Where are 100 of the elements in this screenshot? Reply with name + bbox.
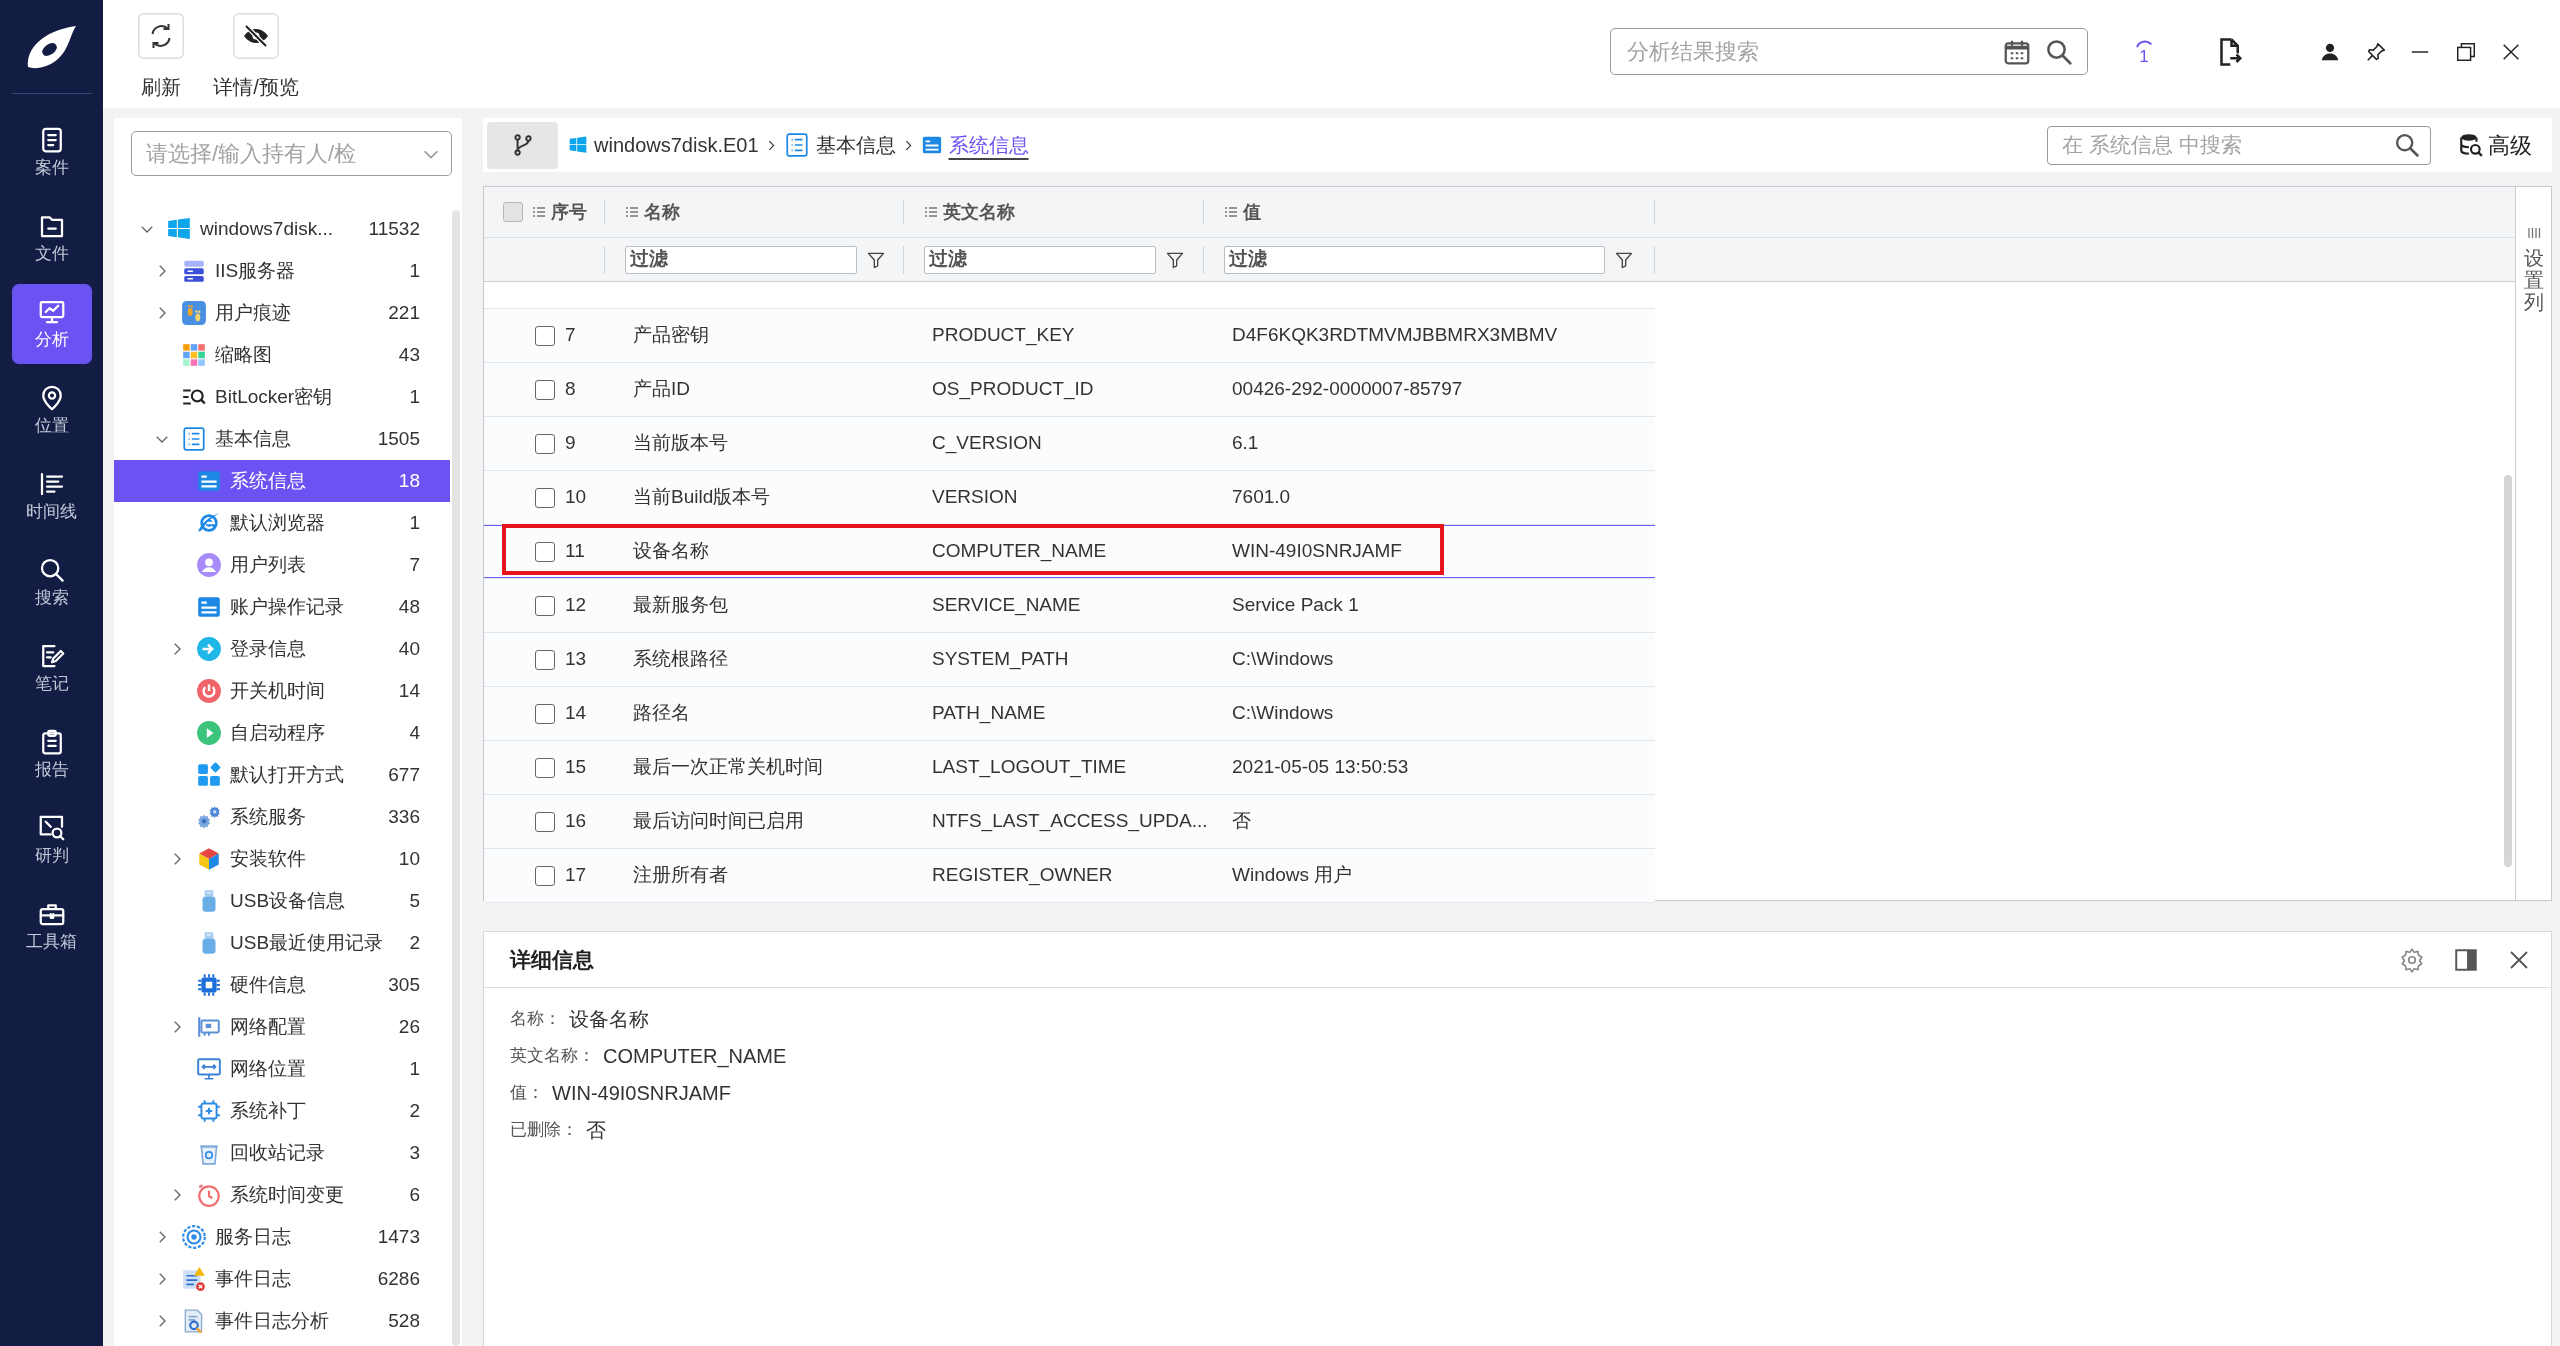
table-row[interactable]: 12 最新服务包 SERVICE_NAME Service Pack 1: [484, 579, 1655, 633]
filter-field[interactable]: 过滤: [1224, 245, 1605, 274]
sidebar-item[interactable]: 案件: [11, 112, 92, 192]
advanced-search-button[interactable]: 高级: [2458, 128, 2532, 162]
checkbox[interactable]: [535, 757, 555, 778]
checkbox[interactable]: [503, 202, 523, 222]
network-card-icon: [196, 1014, 222, 1040]
tree-item[interactable]: 网络位置 1: [114, 1048, 450, 1090]
checkbox[interactable]: [535, 487, 555, 508]
sidebar-item[interactable]: 位置: [11, 370, 92, 450]
checkbox[interactable]: [535, 433, 555, 454]
chip-plus-icon: [196, 1098, 222, 1124]
scrollbar[interactable]: [452, 210, 460, 1346]
table-cell-text: Service Pack 1: [1231, 593, 1360, 618]
field-value: COMPUTER_NAME: [603, 1043, 787, 1070]
chip-icon: [196, 972, 222, 998]
breadcrumb-link[interactable]: 系统信息: [920, 130, 1029, 160]
settings-icon[interactable]: [2399, 946, 2425, 973]
tree-item[interactable]: 用户列表 7: [114, 544, 450, 586]
column-header[interactable]: 名称: [625, 198, 680, 226]
restore-icon[interactable]: [2455, 40, 2477, 63]
id-card-icon: [920, 134, 943, 156]
tree-item[interactable]: 事件日志 6286: [114, 1258, 450, 1300]
breadcrumb-link[interactable]: windows7disk.E01: [568, 130, 759, 160]
row-number: 15: [565, 755, 587, 780]
tree-item[interactable]: USB设备信息 5: [114, 880, 450, 922]
tree-item[interactable]: 开关机时间 14: [114, 670, 450, 712]
column-header[interactable]: 序号: [532, 198, 587, 226]
table-row[interactable]: 8 产品ID OS_PRODUCT_ID 00426-292-0000007-85797: [484, 363, 1655, 417]
tree-item[interactable]: 自启动程序 4: [114, 712, 450, 754]
warning-list-icon: [181, 1266, 207, 1292]
scrollbar[interactable]: [2504, 475, 2512, 867]
tree-item[interactable]: 服务日志 1473: [114, 1216, 450, 1258]
checkbox[interactable]: [535, 703, 555, 724]
tree-item[interactable]: 登录信息 40: [114, 628, 450, 670]
sidebar-item[interactable]: 研判: [11, 800, 92, 880]
cube-icon: [196, 846, 222, 872]
panel-title: 详细信息: [510, 946, 594, 973]
table-row[interactable]: 10 当前Build版本号 VERSION 7601.0: [484, 471, 1655, 525]
sidebar-item[interactable]: 工具箱: [11, 886, 92, 966]
sidebar-item[interactable]: 搜索: [11, 542, 92, 622]
search-field[interactable]: 在 系统信息 中搜索: [2047, 125, 2431, 165]
checkbox[interactable]: [535, 541, 555, 562]
tree-item[interactable]: 用户痕迹 221: [114, 292, 450, 334]
tree-item[interactable]: 安装软件 10: [114, 838, 450, 880]
refresh-button[interactable]: 刷新: [129, 13, 193, 99]
checkbox[interactable]: [535, 811, 555, 832]
sidebar-item[interactable]: 文件: [11, 198, 92, 278]
column-header[interactable]: 英文名称: [924, 198, 1015, 226]
table-row[interactable]: 14 路径名 PATH_NAME C:\Windows: [484, 687, 1655, 741]
table-cell-text: REGISTER_OWNER: [931, 863, 1114, 888]
tree-item[interactable]: 网络配置 26: [114, 1006, 450, 1048]
checkbox[interactable]: [535, 649, 555, 670]
table-row[interactable]: 9 当前版本号 C_VERSION 6.1: [484, 417, 1655, 471]
table-cell-text: 否: [1231, 809, 1252, 834]
table-row[interactable]: 7 产品密钥 PRODUCT_KEY D4F6KQK3RDTMVMJBBMRX3MBMV: [484, 308, 1655, 363]
tree-item[interactable]: 系统时间变更 6: [114, 1174, 450, 1216]
tree-item[interactable]: BitLocker密钥 1: [114, 376, 450, 418]
tree-item[interactable]: 回收站记录 3: [114, 1132, 450, 1174]
tree-item[interactable]: IIS服务器 1: [114, 250, 450, 292]
list-icon: [924, 206, 938, 218]
tree-item[interactable]: USB最近使用记录 2: [114, 922, 450, 964]
table-cell-text: 2021-05-05 13:50:53: [1231, 755, 1410, 780]
breadcrumb-link[interactable]: 基本信息: [783, 130, 896, 160]
tree-item[interactable]: 默认打开方式 677: [114, 754, 450, 796]
sidebar-item[interactable]: 时间线: [11, 456, 92, 536]
table-row[interactable]: 13 系统根路径 SYSTEM_PATH C:\Windows: [484, 633, 1655, 687]
table-row[interactable]: 16 最后访问时间已启用 NTFS_LAST_ACCESS_UPDA... 否: [484, 795, 1655, 849]
tree-item[interactable]: 系统服务 336: [114, 796, 450, 838]
table-row[interactable]: 15 最后一次正常关机时间 LAST_LOGOUT_TIME 2021-05-05 13:50:53: [484, 741, 1655, 795]
checkbox[interactable]: [535, 865, 555, 886]
tree-item[interactable]: 硬件信息 305: [114, 964, 450, 1006]
checkbox[interactable]: [535, 325, 555, 346]
pin-icon[interactable]: [2365, 40, 2387, 63]
checkbox[interactable]: [535, 379, 555, 400]
column-header[interactable]: 值: [1224, 198, 1261, 226]
filter-field[interactable]: 过滤: [924, 245, 1156, 274]
side-panel-icon[interactable]: [2453, 946, 2479, 973]
tree-item[interactable]: windows7disk... 11532: [114, 208, 450, 250]
checkbox[interactable]: [535, 595, 555, 616]
tree-item[interactable]: 账户操作记录 48: [114, 586, 450, 628]
sidebar-item[interactable]: 报告: [11, 714, 92, 794]
branch-button[interactable]: [487, 121, 558, 169]
refresh-icon: [138, 13, 184, 59]
tree-item[interactable]: 基本信息 1505: [114, 418, 450, 460]
search-icon[interactable]: [2393, 131, 2421, 159]
tree-item[interactable]: 事件日志分析 528: [114, 1300, 450, 1342]
dropdown-field[interactable]: 请选择/输入持有人/检: [131, 131, 452, 176]
filter-field[interactable]: 过滤: [625, 245, 857, 274]
tree-item[interactable]: 系统信息 18: [114, 460, 450, 502]
sidebar-item[interactable]: 分析: [11, 284, 92, 364]
table-row[interactable]: 11 设备名称 COMPUTER_NAME WIN-49I0SNRJAMF: [484, 525, 1655, 579]
search-field[interactable]: 分析结果搜索: [1610, 28, 2088, 75]
table-cell-text: 注册所有者: [632, 863, 729, 888]
tree-item[interactable]: 缩略图 43: [114, 334, 450, 376]
table-row[interactable]: 17 注册所有者 REGISTER_OWNER Windows 用户: [484, 849, 1655, 903]
tree-item[interactable]: 系统补丁 2: [114, 1090, 450, 1132]
preview-toggle-button[interactable]: 详情/预览: [204, 13, 308, 99]
sidebar-item[interactable]: 笔记: [11, 628, 92, 708]
tree-item[interactable]: 默认浏览器 1: [114, 502, 450, 544]
